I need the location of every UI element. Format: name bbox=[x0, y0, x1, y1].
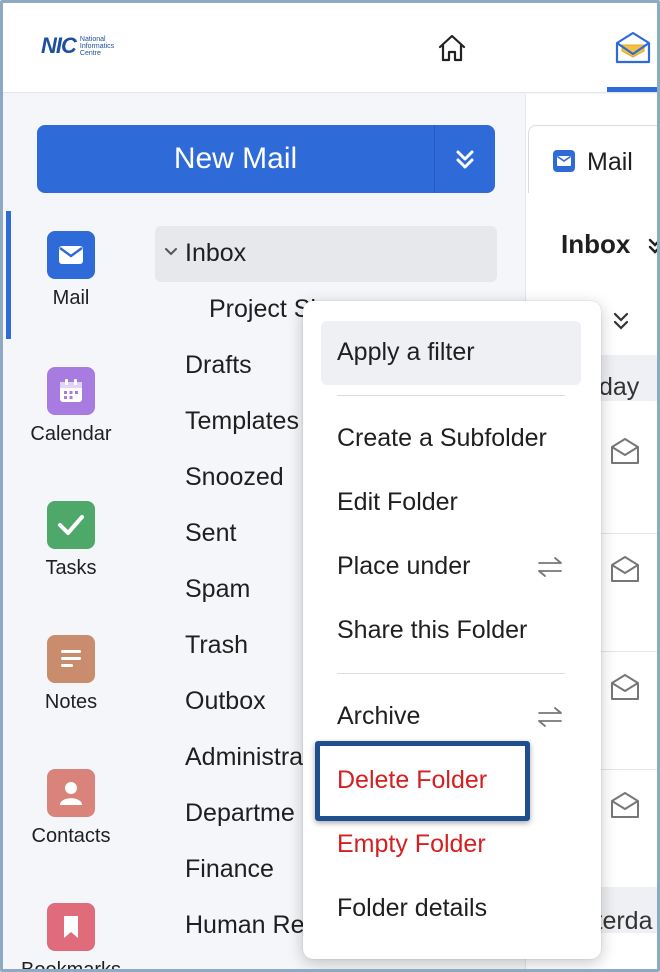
folder-sent[interactable]: Sent bbox=[185, 519, 236, 548]
new-mail-label[interactable]: New Mail bbox=[37, 125, 435, 193]
folder-spam[interactable]: Spam bbox=[185, 575, 250, 604]
envelope-open-icon[interactable] bbox=[609, 791, 641, 819]
mail-app-icon[interactable] bbox=[613, 29, 653, 67]
new-mail-button[interactable]: New Mail bbox=[37, 125, 495, 193]
folder-trash[interactable]: Trash bbox=[185, 631, 248, 660]
menu-item-empty-folder[interactable]: Empty Folder bbox=[337, 830, 486, 859]
menu-item-folder-details[interactable]: Folder details bbox=[337, 894, 487, 923]
row-divider bbox=[599, 533, 657, 534]
app-label: Notes bbox=[44, 691, 98, 713]
mail-tab-icon bbox=[553, 150, 575, 172]
menu-divider bbox=[337, 395, 565, 396]
envelope-open-icon[interactable] bbox=[609, 673, 641, 701]
tab-mail-label: Mail bbox=[587, 148, 633, 176]
folder-context-menu: Apply a filter Create a Subfolder Edit F… bbox=[303, 301, 601, 959]
top-bar: NIC National Informatics Centre bbox=[3, 3, 657, 93]
notes-icon bbox=[47, 635, 95, 683]
folder-drafts[interactable]: Drafts bbox=[185, 351, 252, 380]
chevron-down-icon[interactable] bbox=[163, 244, 179, 260]
folder-templates[interactable]: Templates bbox=[185, 407, 299, 436]
menu-divider bbox=[337, 673, 565, 674]
envelope-open-icon[interactable] bbox=[609, 437, 641, 465]
row-divider bbox=[599, 769, 657, 770]
tasks-icon bbox=[47, 501, 95, 549]
folder-outbox[interactable]: Outbox bbox=[185, 687, 266, 716]
app-label: Mail bbox=[52, 287, 90, 309]
contacts-icon bbox=[47, 769, 95, 817]
swap-arrows-icon bbox=[535, 705, 565, 729]
bookmark-icon bbox=[47, 903, 95, 951]
mail-icon bbox=[47, 231, 95, 279]
calendar-icon bbox=[47, 367, 95, 415]
menu-item-archive[interactable]: Archive bbox=[337, 702, 420, 731]
logo-mark: NIC bbox=[41, 33, 77, 58]
folder-department[interactable]: Departme bbox=[185, 799, 295, 828]
app-tasks[interactable]: Tasks bbox=[11, 501, 131, 580]
folder-human-resources[interactable]: Human Re bbox=[185, 911, 305, 940]
app-window: NIC National Informatics Centre New Mail bbox=[0, 0, 660, 972]
section-today-label: day bbox=[599, 373, 640, 401]
app-label: Bookmarks bbox=[20, 959, 122, 972]
folder-title-text: Inbox bbox=[561, 229, 631, 259]
logo-subtitle: National Informatics Centre bbox=[79, 35, 115, 57]
folder-title[interactable]: Inbox bbox=[561, 229, 660, 260]
nic-logo: NIC National Informatics Centre bbox=[41, 33, 130, 59]
active-app-indicator bbox=[607, 87, 657, 92]
app-contacts[interactable]: Contacts bbox=[11, 769, 131, 848]
menu-item-share-folder[interactable]: Share this Folder bbox=[337, 616, 527, 645]
app-calendar[interactable]: Calendar bbox=[11, 367, 131, 446]
double-chevron-down-icon[interactable] bbox=[611, 311, 631, 333]
double-chevron-down-icon[interactable] bbox=[648, 237, 660, 255]
row-divider bbox=[599, 651, 657, 652]
folder-finance[interactable]: Finance bbox=[185, 855, 274, 884]
menu-item-place-under[interactable]: Place under bbox=[337, 552, 470, 581]
menu-item-create-subfolder[interactable]: Create a Subfolder bbox=[337, 424, 547, 453]
envelope-open-icon[interactable] bbox=[609, 555, 641, 583]
folder-inbox[interactable]: Inbox bbox=[185, 239, 246, 268]
app-label: Contacts bbox=[31, 825, 111, 847]
double-chevron-down-icon[interactable] bbox=[435, 125, 495, 193]
home-icon[interactable] bbox=[435, 31, 469, 65]
menu-item-edit-folder[interactable]: Edit Folder bbox=[337, 488, 458, 517]
folder-administration[interactable]: Administra bbox=[185, 743, 303, 772]
app-bookmarks[interactable]: Bookmarks bbox=[11, 903, 131, 972]
app-label: Calendar bbox=[30, 423, 112, 445]
folder-snoozed[interactable]: Snoozed bbox=[185, 463, 284, 492]
swap-arrows-icon bbox=[535, 555, 565, 579]
app-notes[interactable]: Notes bbox=[11, 635, 131, 714]
app-label: Tasks bbox=[45, 557, 97, 579]
menu-item-apply-filter[interactable]: Apply a filter bbox=[337, 338, 475, 367]
tab-mail[interactable]: Mail bbox=[528, 125, 657, 193]
app-mail[interactable]: Mail bbox=[11, 231, 131, 310]
delete-folder-callout-highlight bbox=[315, 741, 530, 821]
